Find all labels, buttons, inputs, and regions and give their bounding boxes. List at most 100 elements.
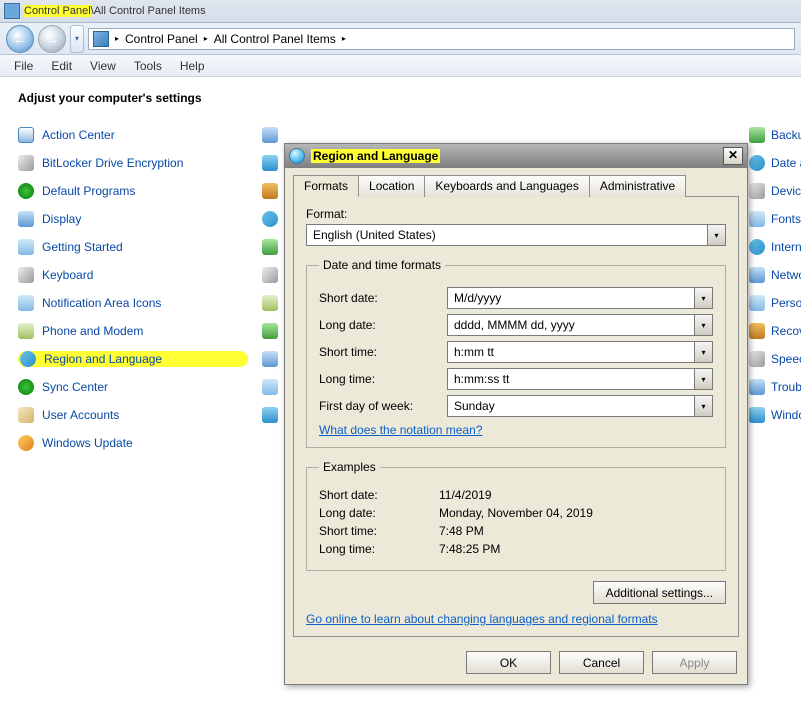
cancel-button[interactable]: Cancel	[559, 651, 644, 674]
dialog-title-bar[interactable]: Region and Language ✕	[285, 144, 747, 168]
tab-row: Formats Location Keyboards and Languages…	[285, 168, 747, 196]
tab-formats[interactable]: Formats	[293, 175, 359, 197]
item-label: Phone and Modem	[42, 324, 143, 338]
tab-administrative[interactable]: Administrative	[589, 175, 686, 197]
item-sync-center[interactable]: Sync Center	[18, 379, 248, 395]
item-notification-icons[interactable]: Notification Area Icons	[18, 295, 248, 311]
item-default-programs[interactable]: Default Programs	[18, 183, 248, 199]
title-part-a: Control Panel	[24, 5, 91, 17]
item-date-time[interactable]: Date and	[749, 155, 801, 171]
short-date-combo[interactable]: M/d/yyyy▾	[447, 287, 713, 309]
keyboard-icon	[18, 267, 34, 283]
item-icon	[262, 323, 278, 339]
back-button[interactable]: ←	[6, 25, 34, 53]
item-label: Devices a	[771, 184, 801, 198]
chevron-down-icon[interactable]: ▾	[694, 315, 712, 335]
item-action-center[interactable]: Action Center	[18, 127, 248, 143]
getting-started-icon	[18, 239, 34, 255]
chevron-right-icon[interactable]: ▸	[342, 34, 346, 43]
long-time-label: Long time:	[319, 372, 439, 386]
item-keyboard[interactable]: Keyboard	[18, 267, 248, 283]
item-internet[interactable]: Internet	[749, 239, 801, 255]
dialog-button-row: OK Cancel Apply	[285, 645, 747, 684]
short-time-value: h:mm tt	[448, 345, 694, 359]
forward-button[interactable]: →	[38, 25, 66, 53]
examples-group: Examples Short date:11/4/2019 Long date:…	[306, 460, 726, 571]
close-button[interactable]: ✕	[723, 147, 743, 165]
ex-long-time-v: 7:48:25 PM	[439, 542, 500, 556]
item-windows-update[interactable]: Windows Update	[18, 435, 248, 451]
item-personalization[interactable]: Personal	[749, 295, 801, 311]
item-label: Internet	[771, 240, 801, 254]
long-time-combo[interactable]: h:mm:ss tt▾	[447, 368, 713, 390]
chevron-down-icon[interactable]: ▾	[707, 225, 725, 245]
ex-short-date-k: Short date:	[319, 488, 439, 502]
item-icon	[262, 295, 278, 311]
item-label: User Accounts	[42, 408, 119, 422]
item-label: Sync Center	[42, 380, 108, 394]
chevron-right-icon[interactable]: ▸	[115, 34, 119, 43]
item-phone-modem[interactable]: Phone and Modem	[18, 323, 248, 339]
chevron-down-icon[interactable]: ▾	[694, 369, 712, 389]
fonts-icon	[749, 211, 765, 227]
long-date-value: dddd, MMMM dd, yyyy	[448, 318, 694, 332]
display-icon	[18, 211, 34, 227]
ok-button[interactable]: OK	[466, 651, 551, 674]
group-legend: Examples	[319, 460, 380, 474]
online-help-link[interactable]: Go online to learn about changing langua…	[306, 612, 658, 626]
item-label: Network	[771, 268, 801, 282]
additional-settings-button[interactable]: Additional settings...	[593, 581, 726, 604]
first-day-combo[interactable]: Sunday▾	[447, 395, 713, 417]
item-user-accounts[interactable]: User Accounts	[18, 407, 248, 423]
chevron-right-icon[interactable]: ▸	[204, 34, 208, 43]
clock-icon	[749, 155, 765, 171]
item-recovery[interactable]: Recovery	[749, 323, 801, 339]
menu-view[interactable]: View	[82, 57, 124, 75]
short-date-value: M/d/yyyy	[448, 291, 694, 305]
user-icon	[18, 407, 34, 423]
dialog-title: Region and Language	[311, 149, 440, 163]
format-combo[interactable]: English (United States) ▾	[306, 224, 726, 246]
notation-link[interactable]: What does the notation mean?	[319, 423, 482, 437]
item-getting-started[interactable]: Getting Started	[18, 239, 248, 255]
troubleshoot-icon	[749, 379, 765, 395]
menu-help[interactable]: Help	[172, 57, 213, 75]
network-icon	[749, 267, 765, 283]
item-troubleshoot[interactable]: Troubles	[749, 379, 801, 395]
item-windows[interactable]: Windows	[749, 407, 801, 423]
item-region-language[interactable]: Region and Language	[18, 351, 248, 367]
tab-location[interactable]: Location	[358, 175, 425, 197]
item-backup[interactable]: Backup and	[749, 127, 801, 143]
item-fonts[interactable]: Fonts	[749, 211, 801, 227]
flag-icon	[18, 127, 34, 143]
ex-short-date-v: 11/4/2019	[439, 488, 492, 502]
item-bitlocker[interactable]: BitLocker Drive Encryption	[18, 155, 248, 171]
tab-keyboards[interactable]: Keyboards and Languages	[424, 175, 589, 197]
short-time-combo[interactable]: h:mm tt▾	[447, 341, 713, 363]
chevron-down-icon[interactable]: ▾	[694, 288, 712, 308]
menu-edit[interactable]: Edit	[43, 57, 80, 75]
breadcrumb-a[interactable]: Control Panel	[125, 32, 198, 46]
item-label: Default Programs	[42, 184, 135, 198]
item-icon	[262, 183, 278, 199]
chevron-down-icon[interactable]: ▾	[694, 342, 712, 362]
menu-tools[interactable]: Tools	[126, 57, 170, 75]
first-day-label: First day of week:	[319, 399, 439, 413]
long-date-combo[interactable]: dddd, MMMM dd, yyyy▾	[447, 314, 713, 336]
item-display[interactable]: Display	[18, 211, 248, 227]
item-label: Getting Started	[42, 240, 123, 254]
item-network[interactable]: Network	[749, 267, 801, 283]
history-dropdown[interactable]: ▾	[70, 25, 84, 53]
apply-button[interactable]: Apply	[652, 651, 737, 674]
page-heading: Adjust your computer's settings	[18, 91, 783, 105]
item-label: Region and Language	[44, 352, 162, 366]
chevron-down-icon[interactable]: ▾	[694, 396, 712, 416]
address-bar[interactable]: ▸ Control Panel ▸ All Control Panel Item…	[88, 28, 795, 50]
menu-file[interactable]: File	[6, 57, 41, 75]
item-speech[interactable]: Speech P	[749, 351, 801, 367]
breadcrumb-b[interactable]: All Control Panel Items	[214, 32, 336, 46]
sync-icon	[18, 379, 34, 395]
control-panel-icon	[4, 3, 20, 19]
item-label: Backup and	[771, 128, 801, 142]
item-devices[interactable]: Devices a	[749, 183, 801, 199]
